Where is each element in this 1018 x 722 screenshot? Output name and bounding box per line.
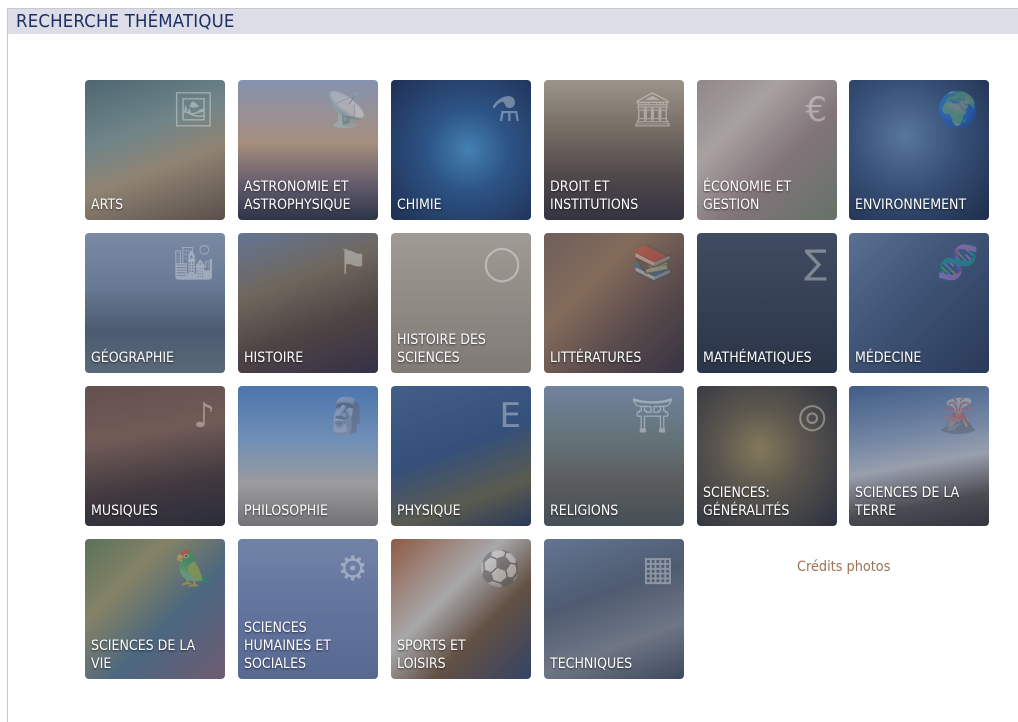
city-icon: 🏙 (171, 243, 215, 283)
theme-tile-label: SCIENCES HUMAINES ET SOCIALES (244, 620, 331, 672)
theme-tile-label: ÉCONOMIE ET GESTION (703, 179, 792, 213)
theme-tile-droit[interactable]: 🏛 DROIT ET INSTITUTIONS (544, 80, 684, 220)
theme-tile-physique[interactable]: E PHYSIQUE (391, 386, 531, 526)
theme-tile-label: DROIT ET INSTITUTIONS (550, 179, 639, 213)
satellite-dish-icon: 📡 (325, 90, 368, 130)
theme-tile-label: SCIENCES: GÉNÉRALITÉS (703, 485, 790, 519)
theme-tile-musiques[interactable]: ♪ MUSIQUES (85, 386, 225, 526)
flag-icon: ⚑ (337, 243, 368, 283)
theme-tile-label: HISTOIRE DES SCIENCES (397, 332, 486, 366)
photo-credits-link[interactable]: Crédits photos (797, 559, 890, 575)
page-title: RECHERCHE THÉMATIQUE (16, 11, 235, 32)
theme-tile-label: HISTOIRE (244, 350, 304, 366)
theme-tile-sciences-de-la-vie[interactable]: 🦜 SCIENCES DE LA VIE (85, 539, 225, 679)
theme-tile-litteratures[interactable]: 📚 LITTÉRATURES (544, 233, 684, 373)
books-icon: 📚 (631, 243, 674, 283)
dna-icon: 🧬 (936, 243, 979, 283)
theme-tile-label: ASTRONOMIE ET ASTROPHYSIQUE (244, 179, 351, 213)
theme-tile-histoire[interactable]: ⚑ HISTOIRE (238, 233, 378, 373)
temple-icon: ⛩ (630, 396, 674, 436)
gears-head-icon: ⚙ (337, 549, 368, 589)
theme-tile-label: SPORTS ET LOISIRS (397, 638, 466, 672)
theme-tile-mathematiques[interactable]: ∑ MATHÉMATIQUES (697, 233, 837, 373)
ball-icon: ⚽ (478, 549, 521, 589)
theme-tile-sciences-de-la-terre[interactable]: 🌋 SCIENCES DE LA TERRE (849, 386, 989, 526)
theme-tile-astronomie[interactable]: 📡 ASTRONOMIE ET ASTROPHYSIQUE (238, 80, 378, 220)
golden-record-icon: ◎ (797, 396, 827, 436)
theme-tile-arts[interactable]: 🖼 ARTS (85, 80, 225, 220)
theme-tile-sports-et-loisirs[interactable]: ⚽ SPORTS ET LOISIRS (391, 539, 531, 679)
theme-tile-techniques[interactable]: ▦ TECHNIQUES (544, 539, 684, 679)
theme-tile-religions[interactable]: ⛩ RELIGIONS (544, 386, 684, 526)
theme-tile-label: LITTÉRATURES (550, 350, 642, 366)
theme-tile-philosophie[interactable]: 🗿 PHILOSOPHIE (238, 386, 378, 526)
molecule-icon: ⚗ (490, 90, 521, 130)
section-header: RECHERCHE THÉMATIQUE (8, 9, 1018, 34)
theme-tile-label: MÉDECINE (855, 350, 922, 366)
theme-tile-label: ARTS (91, 197, 124, 213)
theme-tile-medecine[interactable]: 🧬 MÉDECINE (849, 233, 989, 373)
theme-tile-chimie[interactable]: ⚗ CHIMIE (391, 80, 531, 220)
statue-icon: 🗿 (325, 396, 368, 436)
parliament-icon: 🏛 (630, 90, 674, 130)
theme-tile-label: SCIENCES DE LA VIE (91, 638, 196, 672)
theme-tile-label: RELIGIONS (550, 503, 619, 519)
theme-tile-sciences-generalites[interactable]: ◎ SCIENCES: GÉNÉRALITÉS (697, 386, 837, 526)
theme-tile-label: SCIENCES DE LA TERRE (855, 485, 960, 519)
emc2-icon: E (499, 396, 521, 436)
theme-tile-label: CHIMIE (397, 197, 442, 213)
circuit-board-icon: ▦ (641, 549, 674, 589)
theme-tile-economie[interactable]: € ÉCONOMIE ET GESTION (697, 80, 837, 220)
volcano-icon: 🌋 (936, 396, 979, 436)
cello-icon: ♪ (193, 396, 215, 436)
formula-icon: ∑ (804, 243, 827, 283)
theme-tile-label: PHILOSOPHIE (244, 503, 328, 519)
theme-tile-label: PHYSIQUE (397, 503, 461, 519)
theme-tile-label: MUSIQUES (91, 503, 158, 519)
theme-tile-label: GÉOGRAPHIE (91, 350, 175, 366)
theme-tile-geographie[interactable]: 🏙 GÉOGRAPHIE (85, 233, 225, 373)
theme-tile-sciences-humaines[interactable]: ⚙ SCIENCES HUMAINES ET SOCIALES (238, 539, 378, 679)
theme-tile-label: ENVIRONNEMENT (855, 197, 967, 213)
theme-tile-environnement[interactable]: 🌍 ENVIRONNEMENT (849, 80, 989, 220)
earth-icon: 🌍 (936, 90, 979, 130)
vitruvian-icon: ◯ (482, 243, 521, 283)
theme-tile-histoire-des-sciences[interactable]: ◯ HISTOIRE DES SCIENCES (391, 233, 531, 373)
palette-icon: 🖼 (171, 90, 215, 130)
theme-tile-label: TECHNIQUES (550, 656, 633, 672)
theme-tile-label: MATHÉMATIQUES (703, 350, 812, 366)
banknote-icon: € (805, 90, 827, 130)
animals-icon: 🦜 (172, 549, 215, 589)
